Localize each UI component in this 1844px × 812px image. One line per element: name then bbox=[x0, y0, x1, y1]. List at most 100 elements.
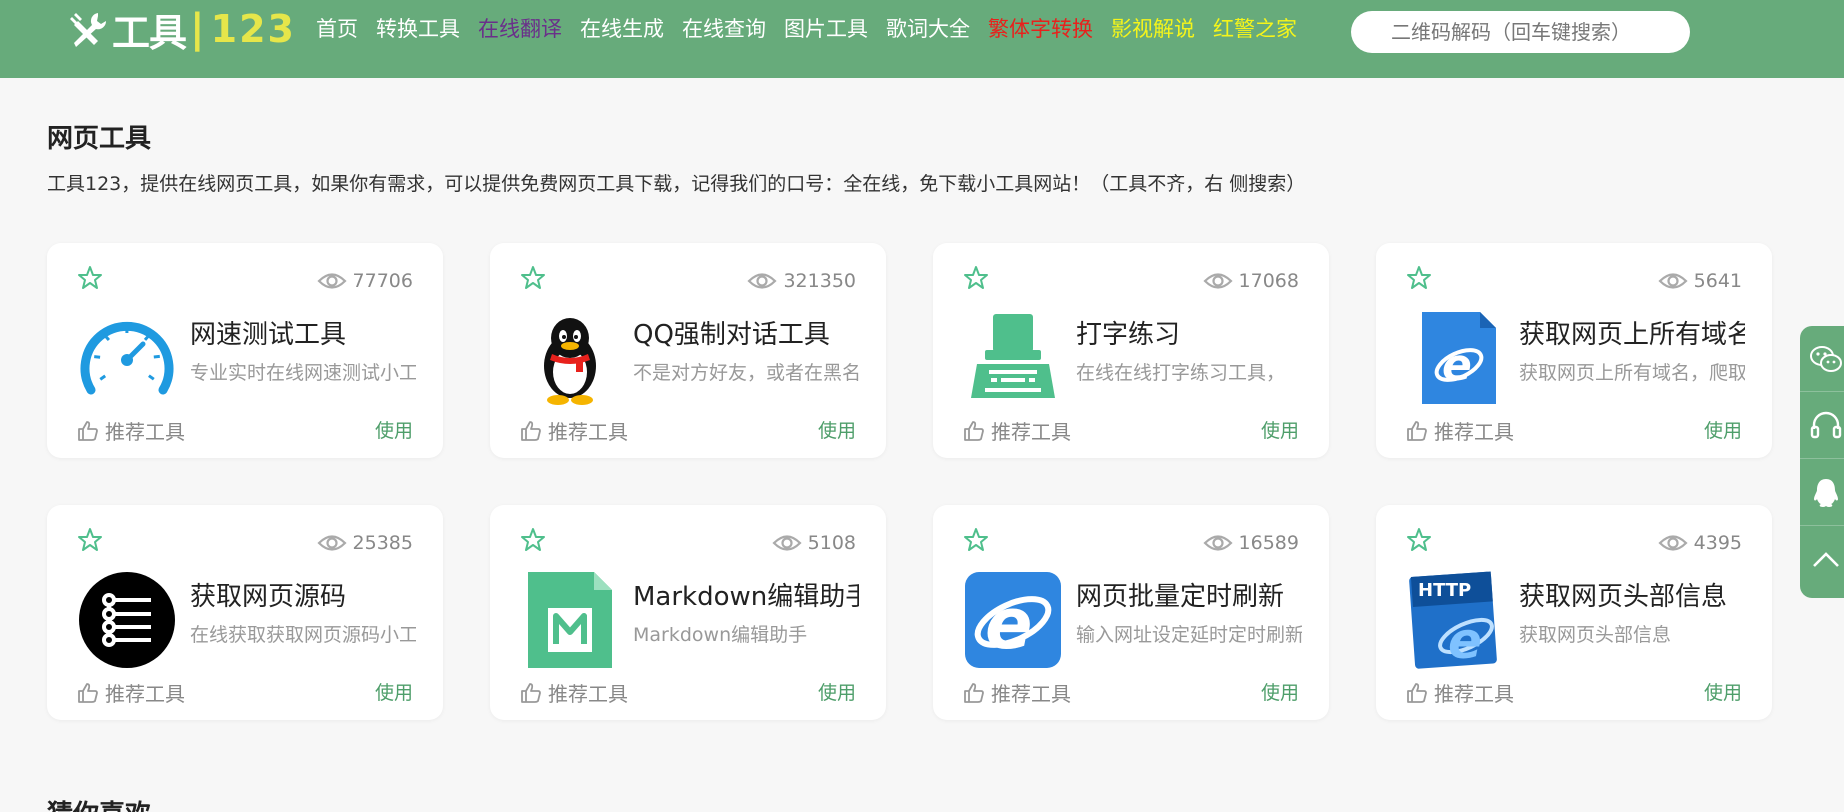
qq-penguin-icon[interactable] bbox=[520, 308, 620, 408]
use-button[interactable]: 使用 bbox=[1704, 678, 1742, 705]
ie-browser-icon[interactable]: e bbox=[963, 570, 1063, 670]
tool-name[interactable]: 打字练习 bbox=[1076, 314, 1302, 351]
use-button[interactable]: 使用 bbox=[375, 678, 413, 705]
tool-card[interactable]: 4395 HTTP e 获取网页头部信息 获取网页头部信息 推荐工具 使用 bbox=[1376, 505, 1772, 720]
source-tree-icon[interactable] bbox=[77, 570, 177, 670]
eye-icon bbox=[1202, 270, 1239, 292]
top-navbar: 工具 | 123 首页 转换工具 在线翻译 在线生成 在线查询 图片工具 歌词大… bbox=[0, 0, 1844, 78]
tool-card[interactable]: 321350 QQ强制对话工具不是对方好友，或者在黑名单中推荐工具 使用 bbox=[490, 243, 886, 458]
tool-name[interactable]: 获取网页源码 bbox=[190, 576, 416, 613]
recommend-button[interactable]: 推荐工具 bbox=[963, 678, 1071, 707]
tool-card[interactable]: 5108 Markdown编辑助手 Markdown编辑助手 推荐工具 使用 bbox=[490, 505, 886, 720]
qq-contact-button[interactable] bbox=[1800, 460, 1844, 526]
tool-description: 不是对方好友，或者在黑名单中 bbox=[633, 362, 859, 384]
nav-online-generate[interactable]: 在线生成 bbox=[580, 14, 664, 44]
favorite-star-icon[interactable] bbox=[520, 527, 546, 553]
recommend-button[interactable]: 推荐工具 bbox=[520, 678, 628, 707]
recommend-button[interactable]: 推荐工具 bbox=[1406, 416, 1514, 445]
favorite-star-icon[interactable] bbox=[77, 265, 103, 291]
thumbs-up-icon bbox=[520, 420, 548, 442]
eye-icon bbox=[772, 532, 808, 554]
favorite-star-icon[interactable] bbox=[1406, 265, 1432, 291]
favorite-star-icon[interactable] bbox=[520, 265, 546, 291]
recommend-button[interactable]: 推荐工具 bbox=[963, 416, 1071, 445]
tool-description: Markdown编辑助手 bbox=[633, 624, 808, 646]
site-logo[interactable]: 工具 | 123 bbox=[68, 4, 296, 55]
eye-icon bbox=[1658, 532, 1694, 554]
use-button[interactable]: 使用 bbox=[1261, 678, 1299, 705]
view-count-value: 16589 bbox=[1238, 532, 1299, 554]
tool-name[interactable]: 网速测试工具 bbox=[190, 314, 416, 351]
tool-card[interactable]: 77706 网速测试工具专业实时在线网速测试小工具推荐工具 使用 bbox=[47, 243, 443, 458]
view-count-value: 4395 bbox=[1693, 532, 1742, 554]
tool-description: 专业实时在线网速测试小工具 bbox=[190, 362, 416, 384]
chevron-up-icon bbox=[1813, 552, 1839, 567]
customer-service-button[interactable] bbox=[1800, 393, 1844, 459]
thumbs-up-icon bbox=[77, 682, 105, 704]
tool-description: 输入网址设定延时定时刷新 bbox=[1076, 624, 1302, 646]
thumbs-up-icon bbox=[963, 682, 991, 704]
favorite-star-icon[interactable] bbox=[963, 265, 989, 291]
view-count-value: 5641 bbox=[1693, 270, 1742, 292]
nav-online-query[interactable]: 在线查询 bbox=[682, 14, 766, 44]
next-section-title: 猜你喜欢 bbox=[47, 794, 151, 812]
tool-name[interactable]: 网页批量定时刷新 bbox=[1076, 576, 1302, 613]
recommend-label: 推荐工具 bbox=[1434, 420, 1514, 444]
tool-card[interactable]: 5641 e 获取网页上所有域名 获取网页上所有域名，爬取 推荐工具 使用 bbox=[1376, 243, 1772, 458]
favorite-star-icon[interactable] bbox=[1406, 527, 1432, 553]
markdown-file-icon[interactable] bbox=[520, 570, 620, 670]
view-count: 25385 bbox=[316, 532, 413, 554]
nav-home[interactable]: 首页 bbox=[316, 14, 358, 44]
logo-number: 123 bbox=[210, 7, 296, 51]
recommend-label: 推荐工具 bbox=[1434, 682, 1514, 706]
http-ie-icon[interactable]: HTTP e bbox=[1406, 570, 1506, 670]
nav-online-translate[interactable]: 在线翻译 bbox=[478, 14, 562, 44]
tool-name[interactable]: 获取网页头部信息 bbox=[1519, 576, 1745, 613]
ie-file-icon[interactable]: e bbox=[1406, 308, 1506, 408]
tool-card[interactable]: 25385 获取网页源码 在线获取获取网页源码小工具 推荐工具 使用 bbox=[47, 505, 443, 720]
view-count-value: 77706 bbox=[352, 270, 413, 292]
use-button[interactable]: 使用 bbox=[1261, 416, 1299, 443]
back-to-top-button[interactable] bbox=[1800, 527, 1844, 593]
main-nav: 首页 转换工具 在线翻译 在线生成 在线查询 图片工具 歌词大全 繁体字转换 影… bbox=[316, 14, 1315, 44]
recommend-button[interactable]: 推荐工具 bbox=[1406, 678, 1514, 707]
recommend-button[interactable]: 推荐工具 bbox=[520, 416, 628, 445]
use-button[interactable]: 使用 bbox=[818, 416, 856, 443]
tool-description: 在线在线打字练习工具， bbox=[1076, 362, 1286, 384]
use-button[interactable]: 使用 bbox=[375, 416, 413, 443]
tool-name[interactable]: QQ强制对话工具 bbox=[633, 314, 859, 351]
speedometer-icon[interactable] bbox=[77, 308, 177, 408]
nav-lyrics[interactable]: 歌词大全 bbox=[886, 14, 970, 44]
eye-icon bbox=[316, 532, 353, 554]
tool-card[interactable]: 17068 打字练习在线在线打字练习工具， 推荐工具 使用 bbox=[933, 243, 1329, 458]
tool-name[interactable]: 获取网页上所有域名 bbox=[1519, 314, 1745, 351]
nav-image-tools[interactable]: 图片工具 bbox=[784, 14, 868, 44]
recommend-button[interactable]: 推荐工具 bbox=[77, 678, 185, 707]
headset-icon bbox=[1810, 411, 1842, 438]
typewriter-icon[interactable] bbox=[963, 308, 1063, 408]
tool-card[interactable]: 16589 e 网页批量定时刷新输入网址设定延时定时刷新推荐工具 使用 bbox=[933, 505, 1329, 720]
nav-red-alert-home[interactable]: 红警之家 bbox=[1213, 14, 1297, 44]
recommend-label: 推荐工具 bbox=[105, 420, 185, 444]
view-count-value: 321350 bbox=[783, 270, 856, 292]
view-count: 17068 bbox=[1202, 270, 1299, 292]
thumbs-up-icon bbox=[520, 682, 548, 704]
view-count: 77706 bbox=[316, 270, 413, 292]
favorite-star-icon[interactable] bbox=[77, 527, 103, 553]
logo-separator: | bbox=[190, 6, 205, 52]
use-button[interactable]: 使用 bbox=[1704, 416, 1742, 443]
qq-icon bbox=[1814, 478, 1838, 507]
tool-name[interactable]: Markdown编辑助手 bbox=[633, 576, 859, 613]
search-input[interactable] bbox=[1351, 11, 1690, 53]
recommend-button[interactable]: 推荐工具 bbox=[77, 416, 185, 445]
wechat-button[interactable] bbox=[1800, 326, 1844, 392]
svg-text:e: e bbox=[985, 583, 1032, 665]
view-count: 321350 bbox=[747, 270, 856, 292]
eye-icon bbox=[1202, 532, 1239, 554]
nav-movie-commentary[interactable]: 影视解说 bbox=[1111, 14, 1195, 44]
nav-traditional-chinese[interactable]: 繁体字转换 bbox=[988, 14, 1093, 44]
favorite-star-icon[interactable] bbox=[963, 527, 989, 553]
nav-convert-tools[interactable]: 转换工具 bbox=[376, 14, 460, 44]
use-button[interactable]: 使用 bbox=[818, 678, 856, 705]
thumbs-up-icon bbox=[1406, 420, 1434, 442]
